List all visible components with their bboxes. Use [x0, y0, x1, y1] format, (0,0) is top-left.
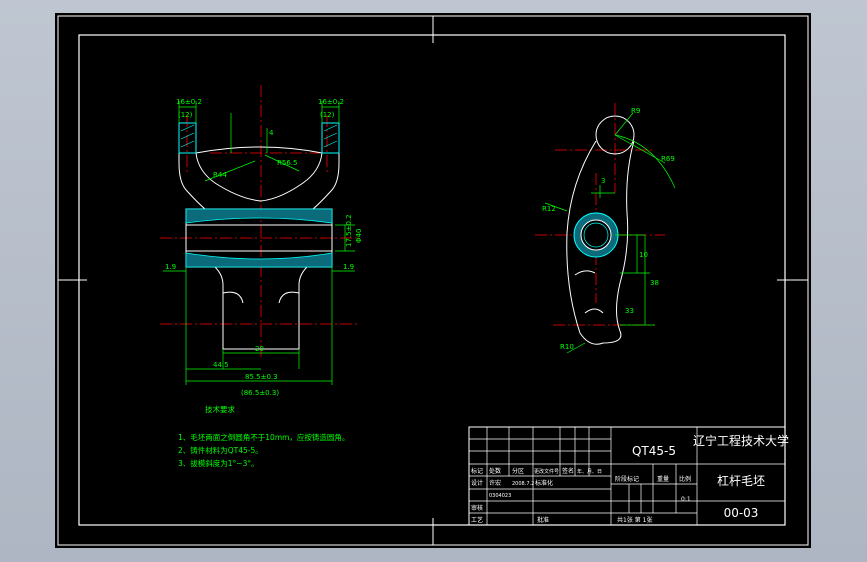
side-view: R9 R69 R12 3 10 38 33 R10: [535, 103, 676, 354]
dim-v-long: 38: [650, 279, 659, 287]
side-boss: [573, 212, 619, 258]
dim-top-right: 16±0.2: [318, 98, 344, 106]
dim-top-left: 16±0.2: [176, 98, 202, 106]
title-block-texts: 标记 处数 分区 更改文件号 签名 年、月、日 设计 许宏 2008.7.2 标…: [471, 467, 691, 524]
notes-line: 3、拔模斜度为1°~3°。: [178, 458, 259, 468]
process-label: 工艺: [471, 516, 483, 524]
review-label: 审核: [471, 504, 483, 512]
scale-label: 比例: [679, 475, 691, 483]
dim-r-left: R12: [542, 205, 556, 213]
dim-bottom-sub: (86.5±0.3): [241, 389, 279, 397]
design-date: 2008.7.2: [512, 481, 534, 487]
dim-r-arc: R69: [661, 155, 675, 163]
dim-right-side: 1.9: [343, 263, 354, 271]
stage-label: 阶段标记: [615, 475, 639, 483]
designer-label: 设计: [471, 479, 483, 487]
rev-header-mark: 标记: [471, 467, 483, 475]
dim-h1: 10: [639, 251, 648, 259]
dim-r56: R56.5: [277, 159, 297, 167]
student-no: 0304023: [489, 493, 511, 499]
weight-label: 重量: [657, 475, 669, 483]
dim-top-left-sub: (12): [178, 111, 193, 119]
approve-label: 批准: [537, 516, 549, 524]
dim-r44: R44: [213, 171, 227, 179]
dim-bore: 17.5±0.2: [345, 214, 353, 247]
dim-left-side: 1.9: [165, 263, 176, 271]
outer-border: [57, 15, 809, 546]
dim-small: 4: [269, 129, 274, 137]
rev-header-count: 处数: [489, 467, 501, 475]
sheet-info: 共1张 第 1张: [617, 516, 652, 524]
part-name: 杠杆毛坯: [717, 473, 765, 488]
drawing-canvas: 16±0.2 (12) 16±0.2 (12) R44 R56.5 4 1.9 …: [57, 15, 809, 546]
standard-label: 标准化: [535, 479, 553, 487]
technical-notes: 技术要求 1、毛坯两面之倒圆角不于10mm，应按铸造圆角。 2、铸件材料为QT4…: [178, 404, 349, 468]
school-name: 辽宁工程技术大学: [693, 433, 789, 448]
front-view: 16±0.2 (12) 16±0.2 (12) R44 R56.5 4 1.9 …: [160, 85, 363, 397]
rev-header-doc: 更改文件号: [534, 468, 559, 475]
centering-marks: [58, 16, 808, 545]
dim-bottom-left: 44.5: [213, 361, 229, 369]
notes-heading: 技术要求: [205, 404, 235, 414]
drawing-number: 00-03: [724, 506, 759, 520]
dim-r-top: R9: [631, 107, 640, 115]
rev-header-sign: 签名: [562, 467, 574, 475]
front-section-hatch: [178, 122, 340, 268]
dim-v-short: 33: [625, 307, 634, 315]
dim-bottom-inner: 20: [255, 345, 264, 353]
rev-header-date: 年、月、日: [577, 468, 602, 475]
notes-line: 2、铸件材料为QT45-5。: [178, 445, 263, 455]
dim-bottom-total: 85.5±0.3: [245, 373, 278, 381]
notes-line: 1、毛坯两面之倒圆角不于10mm，应按铸造圆角。: [178, 432, 349, 442]
dim-bore-sub: Φ40: [355, 229, 363, 243]
dim-top-right-sub: (12): [320, 111, 335, 119]
scale-value: 0:1: [681, 496, 691, 503]
dim-d-hole: 3: [601, 177, 605, 185]
front-outline: [178, 123, 340, 350]
rev-header-zone: 分区: [512, 467, 524, 475]
front-dimension-lines: [163, 101, 355, 385]
material-text: QT45-5: [632, 444, 676, 458]
designer-name: 许宏: [489, 479, 501, 487]
title-block: 标记 处数 分区 更改文件号 签名 年、月、日 设计 许宏 2008.7.2 标…: [468, 426, 789, 526]
drawing-sheet[interactable]: 16±0.2 (12) 16±0.2 (12) R44 R56.5 4 1.9 …: [55, 13, 811, 548]
dim-r-bottom: R10: [560, 343, 574, 351]
